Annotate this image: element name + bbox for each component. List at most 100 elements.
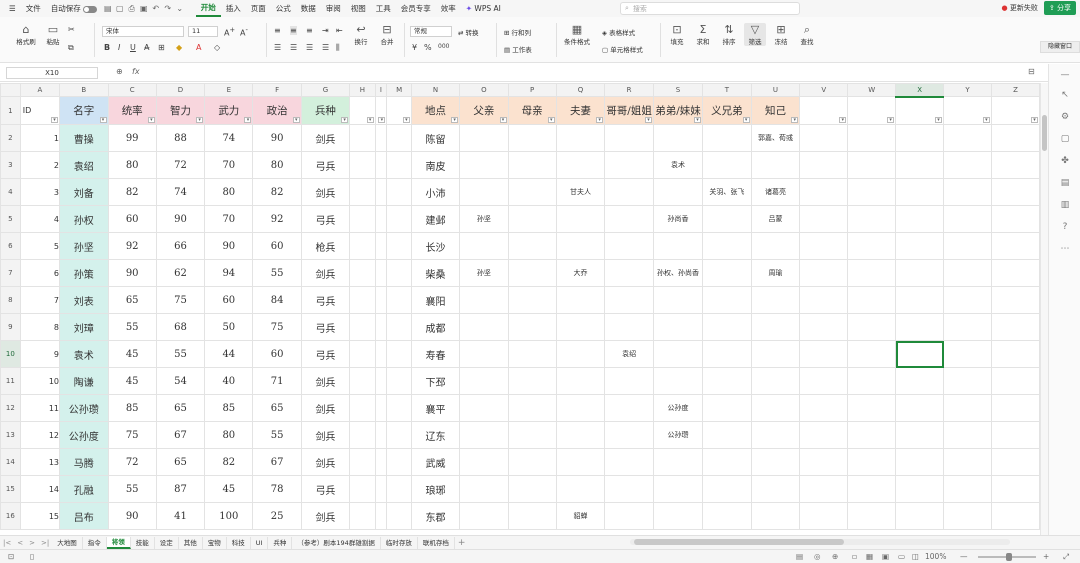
cell-empty[interactable] bbox=[374, 259, 388, 287]
cell-spouse[interactable] bbox=[555, 475, 606, 503]
sheet-tab[interactable]: 其他 bbox=[179, 536, 203, 549]
cell-id[interactable]: 1 bbox=[19, 124, 61, 152]
cell-confidant[interactable] bbox=[750, 286, 801, 314]
last-sheet-icon[interactable]: >| bbox=[38, 539, 52, 547]
cell-empty[interactable] bbox=[847, 151, 897, 179]
tab-data[interactable]: 数据 bbox=[296, 0, 321, 17]
cell-empty[interactable] bbox=[799, 475, 849, 503]
cell-id[interactable]: 2 bbox=[19, 151, 61, 179]
cell-empty[interactable] bbox=[990, 259, 1040, 287]
cell-id[interactable]: 13 bbox=[19, 448, 61, 476]
cell-troop[interactable]: 剑兵 bbox=[300, 394, 351, 422]
cell-place[interactable]: 襄平 bbox=[410, 394, 461, 422]
conditional-format-button[interactable]: ▦ 条件格式 bbox=[562, 23, 592, 46]
align-left-icon[interactable]: ☰ bbox=[274, 43, 281, 52]
cell-name[interactable]: 袁术 bbox=[59, 340, 109, 368]
cell-empty[interactable] bbox=[799, 394, 849, 422]
sheet-tab[interactable]: 宝物 bbox=[203, 536, 227, 549]
cell-younger[interactable] bbox=[653, 232, 703, 260]
header-cell-pol[interactable]: 政治 ▾ bbox=[252, 96, 302, 125]
align-bottom-icon[interactable]: ≡ bbox=[306, 26, 313, 35]
cell-name[interactable]: 马腾 bbox=[59, 448, 109, 476]
cell-int[interactable]: 66 bbox=[155, 232, 206, 260]
cell-empty[interactable] bbox=[943, 367, 992, 395]
cell-pol[interactable]: 25 bbox=[252, 502, 302, 530]
cell-war[interactable]: 100 bbox=[204, 502, 254, 530]
cell-name[interactable]: 孔融 bbox=[59, 475, 109, 503]
cell-name[interactable]: 刘备 bbox=[59, 178, 109, 206]
paste-button[interactable]: ▭ 粘贴 bbox=[42, 23, 64, 46]
cell-empty[interactable] bbox=[943, 448, 992, 476]
cell-father[interactable] bbox=[459, 151, 509, 179]
filter-dropdown-icon[interactable]: ▾ bbox=[596, 117, 604, 123]
cell-younger[interactable] bbox=[653, 124, 703, 152]
cell-empty[interactable] bbox=[990, 448, 1040, 476]
column-header-d[interactable]: D bbox=[155, 83, 206, 97]
cell-empty[interactable] bbox=[895, 151, 945, 179]
cell-sworn[interactable] bbox=[702, 124, 752, 152]
indent-icon[interactable]: ⇥ bbox=[322, 26, 329, 35]
undo-icon[interactable]: ↶ bbox=[151, 4, 161, 13]
cell-place[interactable]: 琅琊 bbox=[410, 475, 461, 503]
cell-empty[interactable] bbox=[895, 178, 945, 206]
cell-elder[interactable] bbox=[604, 232, 655, 260]
font-name-select[interactable]: 宋体 bbox=[102, 26, 184, 37]
sheet-tab[interactable]: 技能 bbox=[131, 536, 155, 549]
cell-empty[interactable] bbox=[895, 421, 945, 449]
expand-formula-icon[interactable]: ⊟ bbox=[1028, 67, 1035, 76]
cell-int[interactable]: 75 bbox=[155, 286, 206, 314]
add-sheet-icon[interactable]: + bbox=[455, 538, 469, 548]
align-center-icon[interactable]: ☰ bbox=[290, 43, 297, 52]
cell-empty[interactable] bbox=[943, 259, 992, 287]
cell-id[interactable]: 6 bbox=[19, 259, 61, 287]
cell-empty[interactable] bbox=[349, 232, 376, 260]
cell-empty[interactable] bbox=[799, 448, 849, 476]
filter-dropdown-icon[interactable]: ▾ bbox=[547, 117, 555, 123]
column-header-f[interactable]: F bbox=[252, 83, 302, 97]
cell-name[interactable]: 孙策 bbox=[59, 259, 109, 287]
cell-empty[interactable] bbox=[990, 178, 1040, 206]
cell-sworn[interactable] bbox=[702, 394, 752, 422]
cell-father[interactable] bbox=[459, 286, 509, 314]
row-header[interactable]: 6 bbox=[0, 232, 21, 260]
cell-pol[interactable]: 90 bbox=[252, 124, 302, 152]
header-cell-sworn[interactable]: 义兄弟 ▾ bbox=[702, 96, 752, 125]
cell-empty[interactable] bbox=[895, 124, 945, 152]
cell-empty[interactable] bbox=[847, 367, 897, 395]
style-icon[interactable]: ⚙ bbox=[1059, 112, 1071, 122]
cell-empty[interactable] bbox=[895, 502, 945, 530]
column-header-q[interactable]: Q bbox=[555, 83, 606, 97]
cell-empty[interactable] bbox=[847, 124, 897, 152]
filter-dropdown-icon[interactable]: ▾ bbox=[147, 117, 155, 123]
cell-empty[interactable] bbox=[847, 475, 897, 503]
cell-empty[interactable] bbox=[507, 421, 557, 449]
cell-empty[interactable] bbox=[507, 151, 557, 179]
wrap-button[interactable]: ↩ 换行 bbox=[350, 23, 372, 46]
cell-empty[interactable] bbox=[349, 259, 376, 287]
cell-empty[interactable] bbox=[943, 178, 992, 206]
row-header[interactable]: 7 bbox=[0, 259, 21, 287]
cell-id[interactable]: 4 bbox=[19, 205, 61, 233]
cell-empty[interactable] bbox=[507, 232, 557, 260]
cell-empty[interactable] bbox=[349, 367, 376, 395]
cell-war[interactable]: 82 bbox=[204, 448, 254, 476]
search-input[interactable]: ⌕ 搜索 bbox=[620, 2, 800, 15]
column-header-b[interactable]: B bbox=[59, 83, 109, 97]
cell-empty[interactable] bbox=[943, 313, 992, 341]
cell-spouse[interactable] bbox=[555, 394, 606, 422]
cell-father[interactable]: 孙坚 bbox=[459, 205, 509, 233]
cell-style-button[interactable]: ▢ 单元格样式 bbox=[602, 44, 643, 54]
cell-empty[interactable] bbox=[349, 475, 376, 503]
autosave-toggle[interactable] bbox=[82, 5, 97, 13]
cell-empty[interactable] bbox=[386, 313, 412, 341]
cell-empty[interactable] bbox=[507, 448, 557, 476]
cell-sworn[interactable] bbox=[702, 340, 752, 368]
cell-empty[interactable] bbox=[895, 259, 945, 287]
cell-int[interactable]: 87 bbox=[155, 475, 206, 503]
cell-spouse[interactable] bbox=[555, 448, 606, 476]
cell-empty[interactable] bbox=[847, 259, 897, 287]
zoom-in-icon[interactable]: + bbox=[1043, 552, 1049, 561]
cell-empty[interactable] bbox=[799, 340, 849, 368]
cell-empty[interactable] bbox=[349, 286, 376, 314]
menu-icon[interactable]: ☰ bbox=[4, 0, 21, 17]
